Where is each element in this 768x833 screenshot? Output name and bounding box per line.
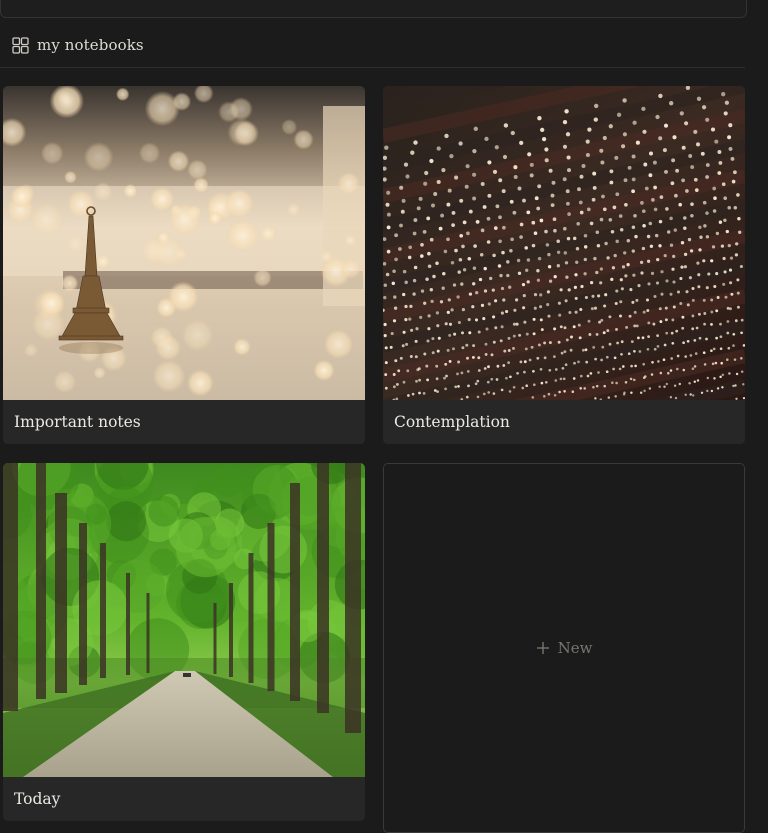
notebook-card-today[interactable]: Today [3,463,365,821]
section-header: my notebooks [12,34,144,56]
previous-card [0,0,747,18]
notebook-card-contemplation[interactable]: Contemplation [383,86,745,444]
grid-icon [12,36,29,54]
notebook-card-important-notes[interactable]: Important notes [3,86,365,444]
new-notebook-label: New [557,639,593,657]
notebook-cover-image [3,463,365,777]
notebook-title: Today [3,777,365,821]
notebook-cover-image [3,86,365,400]
notebook-cover-image [383,86,745,400]
section-divider [0,67,745,68]
notebook-title: Important notes [3,400,365,444]
notebook-title: Contemplation [383,400,745,444]
section-title: my notebooks [37,36,144,54]
plus-icon [536,642,549,654]
new-notebook-button[interactable]: New [383,463,745,833]
